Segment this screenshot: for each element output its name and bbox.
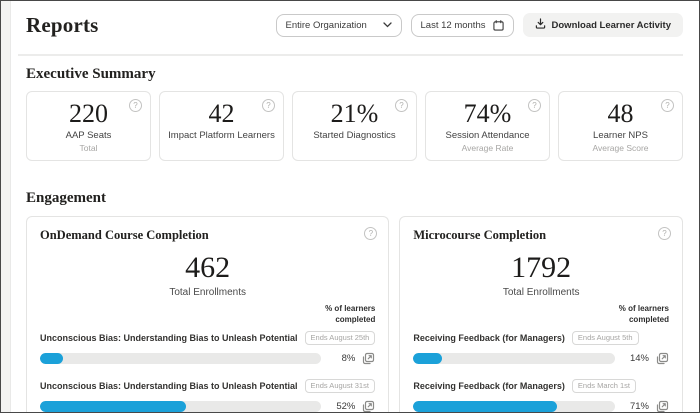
open-report-icon[interactable] <box>656 352 669 365</box>
total-enrollments-label: Total Enrollments <box>413 287 669 298</box>
ends-date-badge: Ends August 5th <box>572 331 639 345</box>
help-icon[interactable]: ? <box>262 99 275 112</box>
progress-bar-fill <box>413 401 556 412</box>
help-icon[interactable]: ? <box>658 227 671 240</box>
course-name: Unconscious Bias: Understanding Bias to … <box>40 333 298 343</box>
stat-label: Learner NPS <box>559 130 682 141</box>
stat-sublabel: Average Score <box>559 143 682 153</box>
open-report-icon[interactable] <box>362 352 375 365</box>
progress-bar <box>40 401 321 412</box>
engagement-cards: OnDemand Course Completion ? 462 Total E… <box>12 207 699 413</box>
stat-card-aap-seats: ? 220 AAP Seats Total <box>26 91 151 161</box>
help-icon[interactable]: ? <box>129 99 142 112</box>
card-title: Microcourse Completion <box>413 228 669 243</box>
left-gutter <box>1 1 11 412</box>
help-icon[interactable]: ? <box>364 227 377 240</box>
date-range-value: Last 12 months <box>421 20 486 31</box>
topbar-controls: Entire Organization Last 12 months Down <box>276 13 683 37</box>
percent-label: 8% <box>321 353 355 364</box>
download-learner-activity-button[interactable]: Download Learner Activity <box>523 13 683 37</box>
stat-card-started-diagnostics: ? 21% Started Diagnostics <box>292 91 417 161</box>
percent-label: 52% <box>321 401 355 412</box>
card-title: OnDemand Course Completion <box>40 228 375 243</box>
topbar: Reports Entire Organization Last 12 mont… <box>12 1 699 41</box>
ondemand-course-completion-card: OnDemand Course Completion ? 462 Total E… <box>26 216 389 413</box>
stat-card-impact-platform-learners: ? 42 Impact Platform Learners <box>159 91 284 161</box>
content-area: Reports Entire Organization Last 12 mont… <box>12 1 699 412</box>
microcourse-completion-card: Microcourse Completion ? 1792 Total Enro… <box>399 216 683 413</box>
reports-page: Reports Entire Organization Last 12 mont… <box>0 0 700 413</box>
progress-bar-fill <box>40 353 63 364</box>
stat-sublabel: Average Rate <box>426 143 549 153</box>
download-button-label: Download Learner Activity <box>552 20 671 31</box>
percent-completed-column-label: % of learners completed <box>607 304 669 326</box>
calendar-icon <box>493 20 504 31</box>
percent-label: 71% <box>615 401 649 412</box>
percent-completed-column-label: % of learners completed <box>313 304 375 326</box>
course-name: Unconscious Bias: Understanding Bias to … <box>40 381 298 391</box>
progress-bar-fill <box>40 401 186 412</box>
ends-date-badge: Ends March 1st <box>572 379 636 393</box>
course-row: Unconscious Bias: Understanding Bias to … <box>40 331 375 365</box>
organization-select-value: Entire Organization <box>286 20 367 31</box>
page-title: Reports <box>26 13 99 38</box>
chevron-down-icon <box>383 22 392 28</box>
total-enrollments-value: 462 <box>40 253 375 283</box>
course-name: Receiving Feedback (for Managers) <box>413 333 565 343</box>
progress-bar <box>40 353 321 364</box>
engagement-heading: Engagement <box>12 161 699 207</box>
stat-label: AAP Seats <box>27 130 150 141</box>
download-icon <box>535 18 546 32</box>
percent-label: 14% <box>615 353 649 364</box>
course-row: Receiving Feedback (for Managers) Ends M… <box>413 379 669 413</box>
stat-label: Session Attendance <box>426 130 549 141</box>
organization-select[interactable]: Entire Organization <box>276 14 402 37</box>
ends-date-badge: Ends August 25th <box>305 331 376 345</box>
stat-sublabel: Total <box>27 143 150 153</box>
progress-bar <box>413 353 615 364</box>
total-enrollments-value: 1792 <box>413 253 669 283</box>
stat-label: Impact Platform Learners <box>160 130 283 141</box>
progress-bar-fill <box>413 353 441 364</box>
course-name: Receiving Feedback (for Managers) <box>413 381 565 391</box>
stat-card-learner-nps: ? 48 Learner NPS Average Score <box>558 91 683 161</box>
open-report-icon[interactable] <box>656 400 669 413</box>
help-icon[interactable]: ? <box>528 99 541 112</box>
course-row: Receiving Feedback (for Managers) Ends A… <box>413 331 669 365</box>
stat-card-session-attendance: ? 74% Session Attendance Average Rate <box>425 91 550 161</box>
executive-summary-heading: Executive Summary <box>12 56 699 83</box>
help-icon[interactable]: ? <box>661 99 674 112</box>
executive-summary-stats: ? 220 AAP Seats Total ? 42 Impact Platfo… <box>12 83 699 161</box>
total-enrollments-label: Total Enrollments <box>40 287 375 298</box>
course-row: Unconscious Bias: Understanding Bias to … <box>40 379 375 413</box>
date-range-picker[interactable]: Last 12 months <box>411 14 514 37</box>
help-icon[interactable]: ? <box>395 99 408 112</box>
progress-bar <box>413 401 615 412</box>
stat-label: Started Diagnostics <box>293 130 416 141</box>
open-report-icon[interactable] <box>362 400 375 413</box>
ends-date-badge: Ends August 31st <box>305 379 375 393</box>
